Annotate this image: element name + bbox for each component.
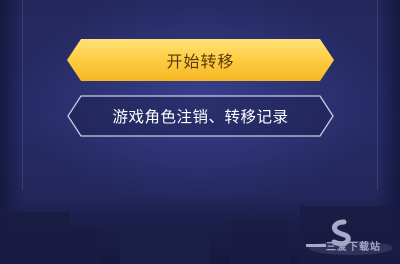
transfer-records-label: 游戏角色注销、转移记录 (112, 108, 289, 126)
right-frame-line (377, 0, 378, 190)
watermark-text: 三爱下载站 (326, 242, 381, 253)
transfer-records-button[interactable]: 游戏角色注销、转移记录 (67, 95, 334, 137)
watermark-logo: 三爱下载站 (296, 218, 396, 258)
start-transfer-button[interactable]: 开始转移 (67, 39, 334, 81)
start-transfer-label: 开始转移 (166, 52, 235, 71)
left-frame-line (22, 0, 23, 190)
